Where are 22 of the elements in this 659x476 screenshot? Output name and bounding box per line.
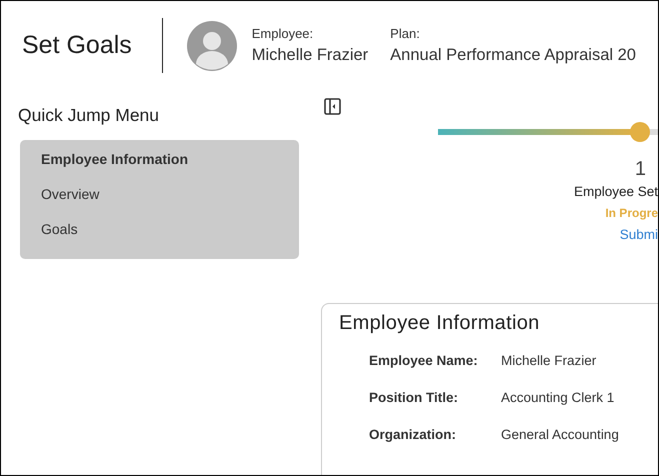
page-title: Set Goals [22,31,133,60]
field-label: Organization: [369,427,457,444]
submit-link[interactable]: Submi [620,224,658,245]
menu-item[interactable]: Overview [20,183,299,218]
quick-jump-title: Quick Jump Menu [18,105,160,126]
menu-item[interactable]: Employee Information [20,148,299,183]
menu-item[interactable]: Goals [20,218,299,253]
employee-label: Employee: [252,26,314,41]
plan-label: Plan: [390,26,421,41]
step-name: Employee Set [574,183,658,201]
collapse-panel-icon[interactable] [324,98,341,115]
field-value: Michelle Frazier [501,353,596,370]
field-label: Employee Name: [369,353,479,370]
employee-name: Michelle Frazier [252,46,368,65]
field-label: Position Title: [369,390,460,407]
plan-name: Annual Performance Appraisal 20 [390,46,636,65]
avatar-silhouette-icon [186,20,237,70]
field-value: Accounting Clerk 1 [501,390,614,407]
step-status: In Progre [605,205,658,222]
field-value: General Accounting [501,427,619,444]
card-title: Employee Information [339,312,541,335]
step-number: 1 [634,157,646,181]
